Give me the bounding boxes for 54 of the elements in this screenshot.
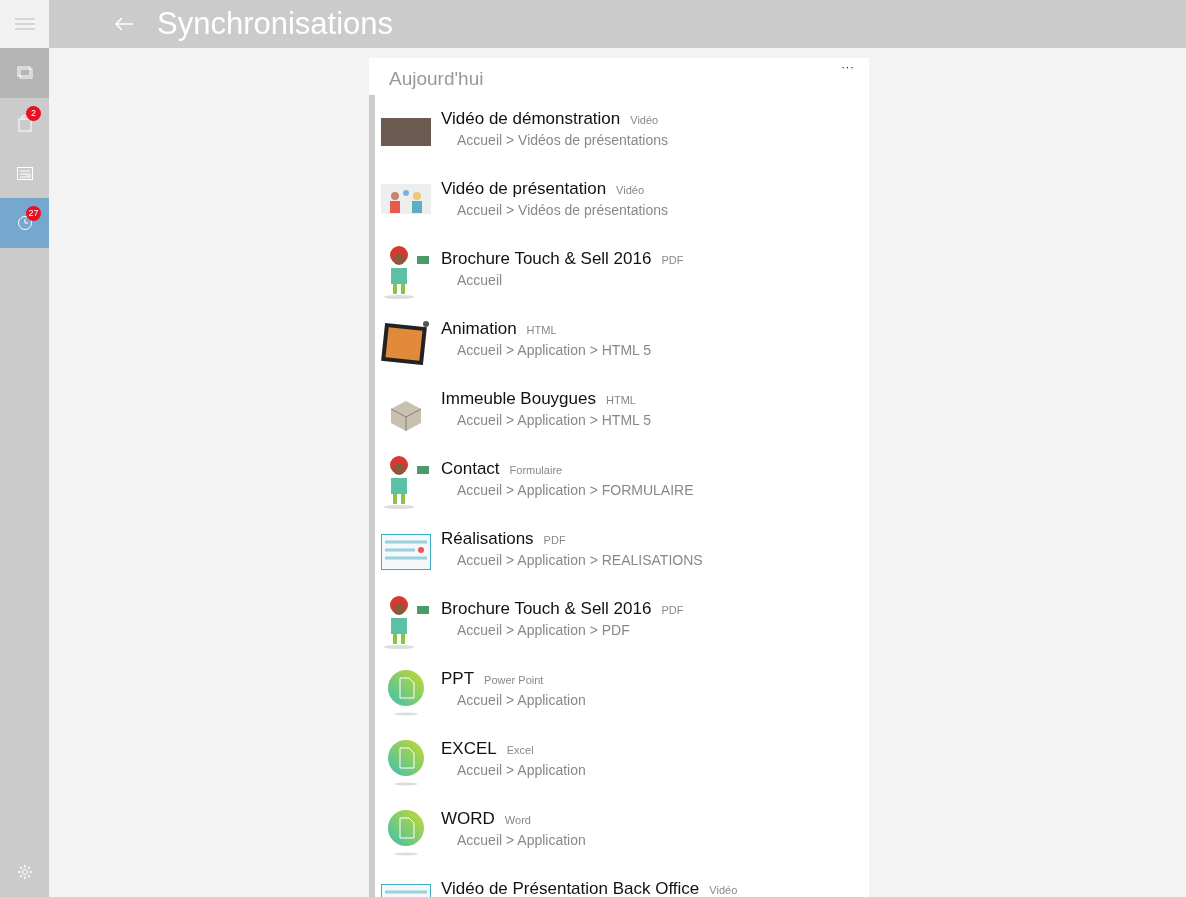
nav-item[interactable] [0, 48, 49, 98]
mascot-illustration [381, 454, 431, 510]
item-path: Accueil > Application > HTML 5 [457, 341, 652, 360]
nav-item[interactable]: 27 [0, 198, 49, 248]
item-path: Accueil > Application > HTML 5 [457, 411, 652, 430]
item-title[interactable]: EXCEL [441, 738, 497, 760]
item-type: HTML [526, 323, 557, 338]
item-type: Vidéo [616, 183, 645, 198]
item-title[interactable]: Vidéo de Présentation Back Office [441, 878, 700, 897]
item-type: PDF [661, 603, 684, 618]
item-title[interactable]: Brochure Touch & Sell 2016 [441, 598, 652, 620]
item-type: Formulaire [509, 463, 563, 478]
item-path: Accueil > Application [457, 761, 586, 780]
newspaper-icon [16, 166, 33, 180]
section-title: Aujourd'hui [389, 67, 484, 91]
settings-icon[interactable] [16, 864, 33, 880]
mascot-illustration [381, 594, 431, 650]
item-type: Excel [506, 743, 534, 758]
item-path: Accueil > Vidéos de présentations [457, 201, 669, 220]
item-title[interactable]: Réalisations [441, 528, 534, 550]
count-badge: 27 [26, 206, 41, 221]
tablet-illustration [381, 319, 431, 365]
item-title[interactable]: Vidéo de présentation [441, 178, 607, 200]
item-type: PDF [661, 253, 684, 268]
photo-placeholder [381, 118, 431, 146]
item-type: Word [504, 813, 531, 828]
item-path: Accueil > Application > FORMULAIRE [457, 481, 694, 500]
item-title[interactable]: PPT [441, 668, 475, 690]
screens-icon [16, 66, 33, 80]
item-type: Vidéo [630, 113, 659, 128]
item-type: Vidéo [709, 883, 738, 897]
item-title[interactable]: Contact [441, 458, 500, 480]
menu-icon[interactable] [14, 18, 35, 30]
shopping-bag-icon [17, 114, 32, 132]
item-title[interactable]: WORD [441, 808, 495, 830]
item-type: Power Point [484, 673, 544, 688]
item-path: Accueil > Application [457, 691, 586, 710]
item-type: HTML [606, 393, 636, 408]
item-title[interactable]: Vidéo de démonstration [441, 108, 621, 130]
item-path: Accueil > Application > REALISATIONS [457, 551, 703, 570]
item-path: Accueil > Application > PDF [457, 621, 631, 640]
mascot-illustration [381, 244, 431, 300]
clock-icon [16, 215, 33, 231]
item-title[interactable]: Immeuble Bouygues [441, 388, 596, 410]
item-title[interactable]: Brochure Touch & Sell 2016 [441, 248, 652, 270]
item-path: Accueil [457, 271, 504, 290]
item-type: PDF [543, 533, 566, 548]
item-path: Accueil > Vidéos de présentations [457, 131, 669, 150]
screenshot-thumbnail [381, 534, 431, 570]
more-button[interactable]: ··· [841, 60, 854, 73]
back-arrow-icon[interactable] [114, 16, 134, 32]
item-path: Accueil > Application [457, 831, 586, 850]
item-title[interactable]: Animation [441, 318, 517, 340]
count-badge: 2 [26, 106, 41, 121]
